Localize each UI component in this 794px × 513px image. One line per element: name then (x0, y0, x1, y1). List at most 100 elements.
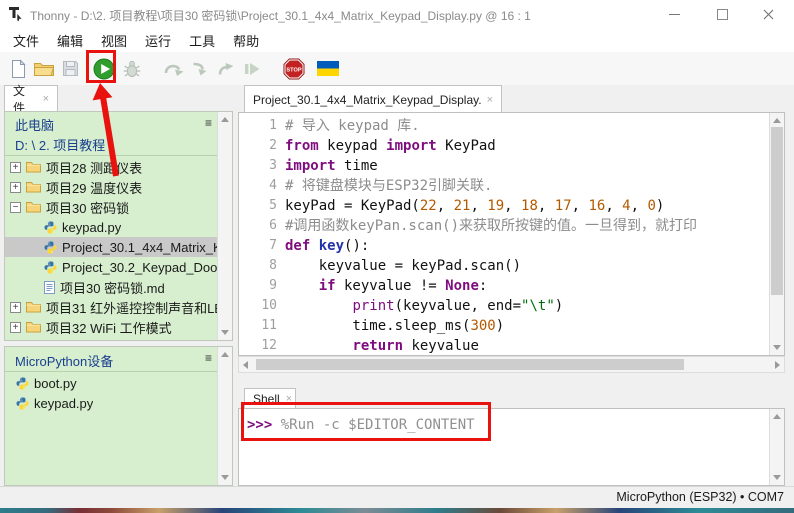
line-number: 7 (239, 236, 277, 256)
code-line: if keyvalue != None: (285, 276, 768, 296)
file-name: Project_30.2_Keypad_Doo (62, 260, 217, 275)
expand-icon[interactable]: + (10, 162, 21, 173)
menu-item-编辑[interactable]: 编辑 (48, 29, 92, 52)
new-file-button[interactable] (5, 56, 31, 82)
open-file-button[interactable] (31, 56, 57, 82)
shell-command: %Run -c $EDITOR_CONTENT (281, 417, 475, 433)
line-number: 4 (239, 176, 277, 196)
files-scrollbar[interactable] (217, 112, 232, 340)
tab-editor-file[interactable]: Project_30.1_4x4_Matrix_Keypad_Display.p… (244, 85, 502, 113)
expand-icon[interactable]: + (10, 302, 21, 313)
scroll-down-icon[interactable] (773, 475, 781, 480)
folder-icon (26, 301, 41, 313)
scroll-right-icon[interactable] (775, 361, 780, 369)
scrollbar-thumb[interactable] (771, 127, 783, 295)
close-icon[interactable]: × (487, 94, 493, 106)
expand-icon[interactable]: + (10, 322, 21, 333)
expand-icon[interactable]: + (10, 182, 21, 193)
micropython-device-panel: MicroPython设备 ≡ boot.pykeypad.py (4, 346, 233, 486)
python-icon (44, 241, 57, 254)
editor-horizontal-scrollbar[interactable] (238, 356, 785, 373)
line-number: 11 (239, 316, 277, 336)
file-name: keypad.py (34, 396, 93, 411)
shell-panel[interactable]: >>> %Run -c $EDITOR_CONTENT (238, 408, 785, 486)
editor-vertical-scrollbar[interactable] (769, 113, 784, 355)
line-number-gutter: 123456789101112 (239, 116, 277, 356)
save-button (57, 56, 83, 82)
spacer (28, 221, 41, 234)
line-number: 12 (239, 336, 277, 356)
shell-scrollbar[interactable] (769, 409, 784, 485)
spacer (28, 281, 41, 294)
menu-item-文件[interactable]: 文件 (4, 29, 48, 52)
device-file-row[interactable]: boot.py (5, 373, 217, 393)
menu-item-帮助[interactable]: 帮助 (224, 29, 268, 52)
device-scrollbar[interactable] (217, 347, 232, 485)
scroll-down-icon[interactable] (221, 330, 229, 335)
line-number: 8 (239, 256, 277, 276)
this-computer-label[interactable]: 此电脑 (15, 115, 54, 134)
window-title: Thonny - D:\2. 项目教程\项目30 密码锁\Project_30.… (30, 7, 531, 24)
step-into-button (187, 56, 213, 82)
files-menu-icon[interactable]: ≡ (205, 116, 212, 130)
code-line: print(keyvalue, end="\t") (285, 296, 768, 316)
scroll-down-icon[interactable] (221, 475, 229, 480)
menu-item-运行[interactable]: 运行 (136, 29, 180, 52)
shell-prompt: >>> (247, 417, 272, 433)
minimize-button[interactable] (654, 0, 694, 28)
code-area[interactable]: # 导入 keypad 库.from keypad import KeyPadi… (285, 116, 768, 356)
ukraine-flag[interactable] (315, 56, 341, 82)
resume-button (239, 56, 265, 82)
code-line: keyvalue = keyPad.scan() (285, 256, 768, 276)
scroll-down-icon[interactable] (773, 345, 781, 350)
code-line: import time (285, 156, 768, 176)
code-line: # 将键盘模块与ESP32引脚关联. (285, 176, 768, 196)
collapse-icon[interactable]: − (10, 202, 21, 213)
code-line: keyPad = KeyPad(22, 21, 19, 18, 17, 16, … (285, 196, 768, 216)
file-row[interactable]: + 项目31 红外遥控控制声音和LED (5, 297, 217, 317)
status-bar: MicroPython (ESP32) • COM7 (0, 486, 794, 508)
scroll-up-icon[interactable] (773, 414, 781, 419)
device-menu-icon[interactable]: ≡ (205, 351, 212, 365)
device-file-row[interactable]: keypad.py (5, 393, 217, 413)
tab-shell[interactable]: Shell × (244, 388, 296, 409)
stop-button[interactable]: STOP (281, 56, 307, 82)
tab-files[interactable]: 文件 × (4, 85, 58, 112)
file-row[interactable]: Project_30.2_Keypad_Doo (5, 257, 217, 277)
file-row[interactable]: keypad.py (5, 217, 217, 237)
scroll-up-icon[interactable] (773, 118, 781, 123)
python-icon (16, 377, 29, 390)
close-icon[interactable]: × (43, 93, 49, 105)
code-line: from keypad import KeyPad (285, 136, 768, 156)
file-row[interactable]: Project_30.1_4x4_Matrix_K (5, 237, 217, 257)
run-button[interactable] (91, 56, 117, 82)
folder-icon (26, 201, 41, 213)
close-icon[interactable]: × (286, 393, 292, 405)
menu-item-工具[interactable]: 工具 (180, 29, 224, 52)
scroll-up-icon[interactable] (221, 117, 229, 122)
menu-item-视图[interactable]: 视图 (92, 29, 136, 52)
file-name: 项目31 红外遥控控制声音和LED (46, 298, 217, 317)
file-name: 项目30 密码锁 (46, 198, 129, 217)
code-line: #调用函数keyPan.scan()来获取所按键的值。一旦得到，就打印 (285, 216, 768, 236)
line-number: 6 (239, 216, 277, 236)
menu-bar: 文件编辑视图运行工具帮助 (0, 28, 794, 52)
folder-icon (26, 321, 41, 333)
scrollbar-thumb[interactable] (256, 359, 684, 370)
debug-button (119, 56, 145, 82)
scroll-up-icon[interactable] (221, 352, 229, 357)
close-button[interactable] (748, 0, 788, 28)
code-line: time.sleep_ms(300) (285, 316, 768, 336)
maximize-button[interactable] (702, 0, 742, 28)
file-row[interactable]: 项目30 密码锁.md (5, 277, 217, 297)
interpreter-status[interactable]: MicroPython (ESP32) • COM7 (616, 490, 784, 504)
file-row[interactable]: +项目29 温度仪表 (5, 177, 217, 197)
scroll-left-icon[interactable] (243, 361, 248, 369)
file-name: Project_30.1_4x4_Matrix_K (62, 240, 217, 255)
file-row[interactable]: +项目28 测距仪表 (5, 157, 217, 177)
file-row[interactable]: − 项目30 密码锁 (5, 197, 217, 217)
file-row[interactable]: +项目32 WiFi 工作模式 (5, 317, 217, 337)
current-path[interactable]: D: \ 2. 项目教程 (15, 135, 105, 154)
toolbar: STOP (0, 52, 794, 85)
code-editor[interactable]: 123456789101112 # 导入 keypad 库.from keypa… (238, 112, 785, 356)
